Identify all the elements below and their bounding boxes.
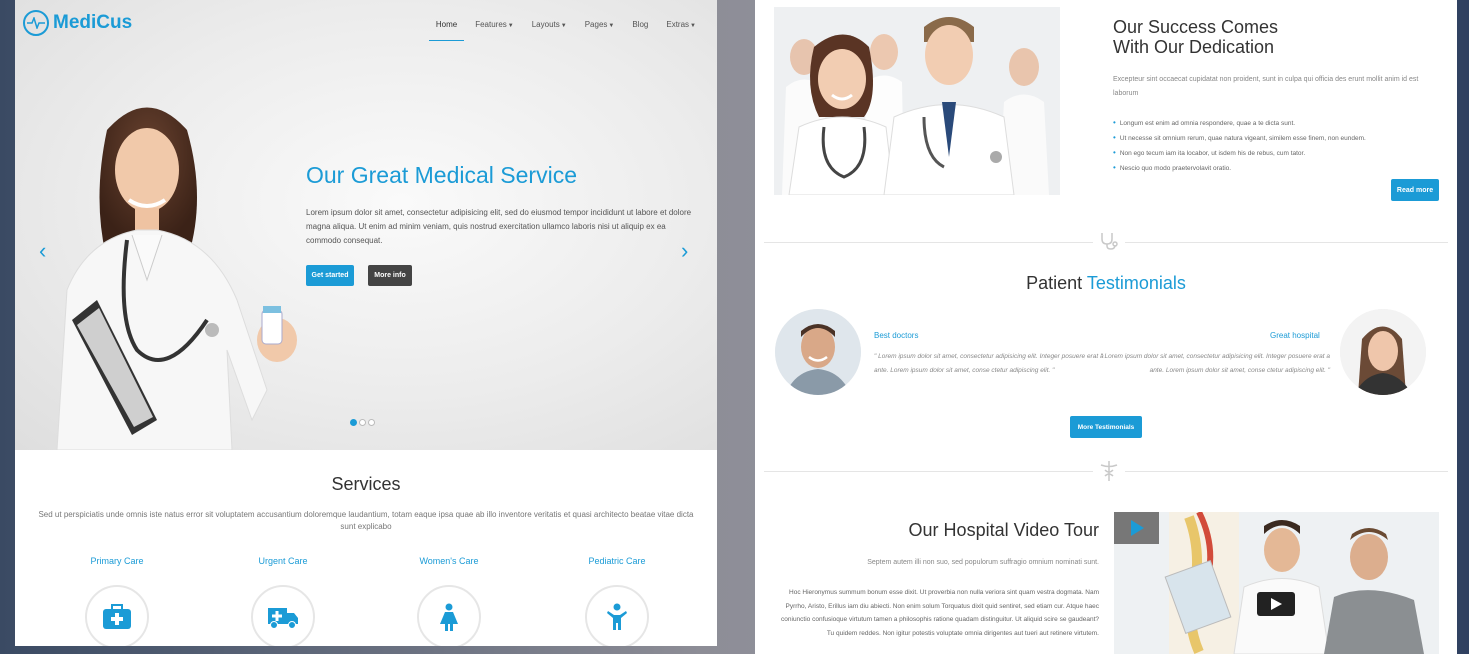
brand-name: MediCus bbox=[53, 12, 133, 33]
list-item: Non ego tecum iam ita locabor, ut isdem … bbox=[1113, 146, 1366, 161]
avatar bbox=[775, 309, 861, 395]
nav-blog[interactable]: Blog bbox=[623, 18, 657, 41]
nav-home[interactable]: Home bbox=[427, 18, 466, 41]
success-text: Excepteur sint occaecat cupidatat non pr… bbox=[1113, 76, 1419, 97]
caret-down-icon: ▼ bbox=[560, 23, 567, 29]
nav-label: Pages bbox=[584, 20, 608, 29]
more-info-button[interactable]: More info bbox=[368, 265, 412, 286]
slider-dot[interactable] bbox=[350, 419, 357, 426]
child-icon[interactable] bbox=[585, 585, 649, 646]
more-testimonials-button[interactable]: More Testimonials bbox=[1070, 416, 1142, 438]
nav-layouts[interactable]: Layouts▼ bbox=[523, 18, 576, 41]
testimonial-name: Best doctors bbox=[874, 331, 919, 340]
read-more-button[interactable]: Read more bbox=[1391, 179, 1439, 201]
service-label-womens-care[interactable]: Women's Care bbox=[394, 556, 504, 566]
ambulance-icon[interactable] bbox=[251, 585, 315, 646]
nav-label: Layouts bbox=[531, 20, 560, 29]
nav-label: Extras bbox=[666, 20, 690, 29]
success-title-line: Our Success Comes bbox=[1113, 17, 1279, 37]
medical-kit-icon[interactable] bbox=[85, 585, 149, 646]
video-thumbnail bbox=[1114, 512, 1439, 654]
heartbeat-icon bbox=[23, 10, 49, 36]
success-title: Our Success Comes With Our Dedication bbox=[1113, 17, 1278, 57]
avatar bbox=[1340, 309, 1426, 395]
video-tour-text: Hoc Hieronymus summum bonum esse dixit. … bbox=[781, 589, 1099, 637]
hero-title: Our Great Medical Service bbox=[306, 162, 577, 188]
caduceus-icon bbox=[1093, 460, 1125, 485]
success-title-line: With Our Dedication bbox=[1113, 37, 1275, 57]
about-page-screenshot: Our Success Comes With Our Dedication Ex… bbox=[755, 0, 1457, 654]
testimonial-name: Great hospital bbox=[1270, 331, 1320, 340]
nav-label: Blog bbox=[632, 20, 649, 29]
hero-text: Lorem ipsum dolor sit amet, consectetur … bbox=[306, 208, 692, 245]
service-label-primary-care[interactable]: Primary Care bbox=[62, 556, 172, 566]
services-title: Services bbox=[331, 474, 401, 494]
service-label-urgent-care[interactable]: Urgent Care bbox=[228, 556, 338, 566]
home-page-screenshot: MediCus Home Features▼ Layouts▼ Pages▼ B… bbox=[15, 0, 717, 646]
nav-pages[interactable]: Pages▼ bbox=[576, 18, 624, 41]
nav-features[interactable]: Features▼ bbox=[466, 18, 523, 41]
main-nav: Home Features▼ Layouts▼ Pages▼ Blog Extr… bbox=[427, 18, 705, 41]
hero-slider: MediCus Home Features▼ Layouts▼ Pages▼ B… bbox=[15, 0, 717, 450]
success-bullet-list: Longum est enim ad omnia respondere, qua… bbox=[1113, 116, 1366, 176]
video-player[interactable] bbox=[1114, 512, 1439, 654]
slider-dot[interactable] bbox=[359, 419, 366, 426]
services-text: Sed ut perspiciatis unde omnis iste natu… bbox=[38, 510, 694, 531]
testimonial-quote: " Lorem ipsum dolor sit amet, consectetu… bbox=[874, 353, 1104, 374]
nav-label: Home bbox=[435, 20, 458, 29]
slider-dot[interactable] bbox=[368, 419, 375, 426]
list-item: Longum est enim ad omnia respondere, qua… bbox=[1113, 116, 1366, 131]
video-tour-title: Our Hospital Video Tour bbox=[908, 520, 1099, 540]
stethoscope-icon bbox=[1093, 232, 1125, 253]
caret-down-icon: ▼ bbox=[507, 23, 514, 29]
nav-extras[interactable]: Extras▼ bbox=[657, 18, 705, 41]
get-started-button[interactable]: Get started bbox=[306, 265, 354, 286]
video-tour-subtitle: Septem autem illi non suo, sed populorum… bbox=[867, 559, 1099, 566]
list-item: Nescio quo modo praetervolavit oratio. bbox=[1113, 161, 1366, 176]
slider-next-icon[interactable]: › bbox=[681, 238, 688, 264]
brand-logo[interactable]: MediCus bbox=[23, 10, 132, 36]
service-label-pediatric-care[interactable]: Pediatric Care bbox=[562, 556, 672, 566]
testimonial-quote: " Lorem ipsum dolor sit amet, consectetu… bbox=[1100, 353, 1330, 374]
caret-down-icon: ▼ bbox=[608, 23, 615, 29]
testimonials-title: Patient Testimonials bbox=[755, 273, 1457, 294]
doctor-image bbox=[56, 107, 297, 450]
medical-team-image bbox=[774, 7, 1060, 195]
slider-dots bbox=[350, 419, 375, 426]
list-item: Ut necesse sit omnium rerum, quae natura… bbox=[1113, 131, 1366, 146]
testimonials-title-highlight: Testimonials bbox=[1086, 273, 1186, 293]
testimonials-title-plain: Patient bbox=[1026, 273, 1083, 293]
woman-icon[interactable] bbox=[417, 585, 481, 646]
nav-label: Features bbox=[475, 20, 507, 29]
caret-down-icon: ▼ bbox=[690, 23, 696, 29]
slider-prev-icon[interactable]: ‹ bbox=[39, 238, 46, 264]
